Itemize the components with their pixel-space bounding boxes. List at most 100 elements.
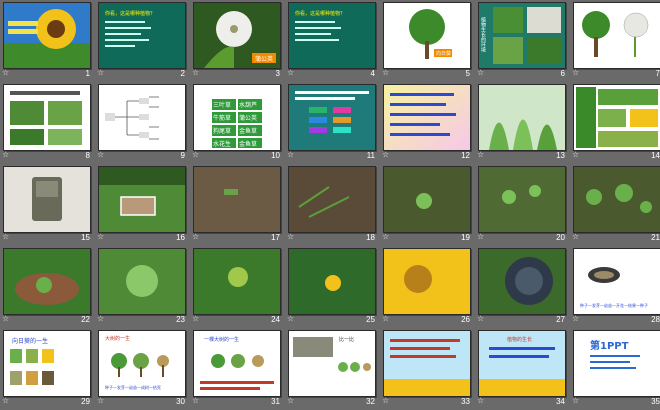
brand-logo: 第1PPT xyxy=(590,339,629,352)
slide-thumbnail[interactable]: ☆ 12 xyxy=(380,82,474,164)
slide-thumbnail[interactable]: 植物生长的环境 ☆ 6 xyxy=(475,0,569,82)
slide-thumbnail[interactable]: ☆ 21 xyxy=(570,164,660,246)
plant-word: 牛筋草 xyxy=(213,114,231,122)
slide-transition-icon[interactable]: ☆ xyxy=(287,396,294,405)
slide-thumbnail[interactable]: ☆ 11 xyxy=(285,82,379,164)
slide-thumbnail[interactable]: ☆ 18 xyxy=(285,164,379,246)
slide-transition-icon[interactable]: ☆ xyxy=(287,150,294,159)
slide-thumbnail[interactable]: 种子—发芽—幼苗—开花—结果—种子 ☆ 28 xyxy=(570,246,660,328)
slide-number: 35 xyxy=(651,397,660,406)
slide-number: 18 xyxy=(366,233,375,242)
slide-transition-icon[interactable]: ☆ xyxy=(382,232,389,241)
slide-transition-icon[interactable]: ☆ xyxy=(97,150,104,159)
slide-thumbnail[interactable]: ☆ 1 xyxy=(0,0,94,82)
slide-transition-icon[interactable]: ☆ xyxy=(477,232,484,241)
slide-title: 向日葵的一生 xyxy=(12,337,48,345)
slide-transition-icon[interactable]: ☆ xyxy=(287,68,294,77)
slide-thumbnail[interactable]: 比一比 ☆ 32 xyxy=(285,328,379,410)
slide-thumbnail[interactable]: 植物的生长 ☆ 34 xyxy=(475,328,569,410)
slide-preview xyxy=(98,166,186,233)
slide-preview: 植物的生长 xyxy=(478,330,566,397)
slide-thumbnail[interactable]: ☆ 20 xyxy=(475,164,569,246)
slide-transition-icon[interactable]: ☆ xyxy=(2,232,9,241)
slide-transition-icon[interactable]: ☆ xyxy=(192,232,199,241)
slide-thumbnail[interactable]: 第1PPT ☆ 35 xyxy=(570,328,660,410)
slide-transition-icon[interactable]: ☆ xyxy=(382,68,389,77)
slide-transition-icon[interactable]: ☆ xyxy=(572,68,579,77)
slide-number: 17 xyxy=(271,233,280,242)
slide-thumbnail[interactable]: ☆ 23 xyxy=(95,246,189,328)
slide-thumbnail[interactable]: ☆ 27 xyxy=(475,246,569,328)
slide-transition-icon[interactable]: ☆ xyxy=(192,314,199,323)
slide-transition-icon[interactable]: ☆ xyxy=(382,396,389,405)
slide-thumbnail[interactable]: 一棵大树的一生 ☆ 31 xyxy=(190,328,284,410)
slide-thumbnail[interactable]: 你看，这是哪种植物？ ☆ 4 xyxy=(285,0,379,82)
slide-preview: 第1PPT xyxy=(573,330,660,397)
plant-word: 金鱼草 xyxy=(239,127,257,135)
slide-caption: 种子—发芽—幼苗—成树—枯死 xyxy=(105,384,161,390)
slide-transition-icon[interactable]: ☆ xyxy=(287,232,294,241)
slide-thumbnail[interactable]: 大树的一生 种子—发芽—幼苗—成树—枯死 ☆ 30 xyxy=(95,328,189,410)
plant-word: 水花生 xyxy=(213,140,231,148)
slide-transition-icon[interactable]: ☆ xyxy=(477,68,484,77)
slide-number: 30 xyxy=(176,397,185,406)
slide-thumbnail[interactable]: ☆ 25 xyxy=(285,246,379,328)
slide-number: 34 xyxy=(556,397,565,406)
slide-thumbnail[interactable]: ☆ 8 xyxy=(0,82,94,164)
slide-transition-icon[interactable]: ☆ xyxy=(287,314,294,323)
slide-transition-icon[interactable]: ☆ xyxy=(382,314,389,323)
slide-thumbnail[interactable]: ☆ 13 xyxy=(475,82,569,164)
slide-preview xyxy=(3,84,91,151)
slide-thumbnail[interactable]: ☆ 24 xyxy=(190,246,284,328)
slide-thumbnail[interactable]: ☆ 33 xyxy=(380,328,474,410)
slide-transition-icon[interactable]: ☆ xyxy=(572,314,579,323)
slide-transition-icon[interactable]: ☆ xyxy=(572,150,579,159)
slide-number: 27 xyxy=(556,315,565,324)
slide-transition-icon[interactable]: ☆ xyxy=(477,150,484,159)
slide-number: 20 xyxy=(556,233,565,242)
slide-transition-icon[interactable]: ☆ xyxy=(382,150,389,159)
slide-transition-icon[interactable]: ☆ xyxy=(477,314,484,323)
slide-number: 5 xyxy=(465,69,470,78)
slide-transition-icon[interactable]: ☆ xyxy=(477,396,484,405)
slide-transition-icon[interactable]: ☆ xyxy=(192,68,199,77)
slide-thumbnail[interactable]: ☆ 26 xyxy=(380,246,474,328)
slide-transition-icon[interactable]: ☆ xyxy=(2,314,9,323)
slide-caption: 种子—发芽—幼苗—开花—结果—种子 xyxy=(580,302,648,308)
slide-transition-icon[interactable]: ☆ xyxy=(2,396,9,405)
slide-number: 2 xyxy=(180,69,185,78)
slide-thumbnail[interactable]: ☆ 17 xyxy=(190,164,284,246)
slide-transition-icon[interactable]: ☆ xyxy=(2,150,9,159)
slide-preview: 蒲公英 xyxy=(193,2,281,69)
slide-transition-icon[interactable]: ☆ xyxy=(2,68,9,77)
slide-thumbnail[interactable]: ☆ 19 xyxy=(380,164,474,246)
slide-preview xyxy=(98,248,186,315)
slide-thumbnail[interactable]: ☆ 9 xyxy=(95,82,189,164)
slide-number: 3 xyxy=(275,69,280,78)
slide-thumbnail[interactable]: 蒲公英 ☆ 3 xyxy=(190,0,284,82)
slide-transition-icon[interactable]: ☆ xyxy=(192,396,199,405)
slide-number: 9 xyxy=(180,151,185,160)
slide-transition-icon[interactable]: ☆ xyxy=(97,68,104,77)
slide-thumbnail[interactable]: 你看，这是哪种植物？ ☆ 2 xyxy=(95,0,189,82)
slide-preview xyxy=(288,166,376,233)
slide-thumbnail[interactable]: 向日葵的一生 ☆ 29 xyxy=(0,328,94,410)
slide-thumbnail[interactable]: ☆ 16 xyxy=(95,164,189,246)
slide-transition-icon[interactable]: ☆ xyxy=(97,314,104,323)
slide-thumbnail[interactable]: ☆ 7 xyxy=(570,0,660,82)
slide-transition-icon[interactable]: ☆ xyxy=(572,232,579,241)
slide-transition-icon[interactable]: ☆ xyxy=(572,396,579,405)
slide-preview xyxy=(3,2,91,69)
slide-transition-icon[interactable]: ☆ xyxy=(97,232,104,241)
plant-word: 狗尾草 xyxy=(213,127,231,135)
slide-thumbnail[interactable]: 三叶草 水葫芦 牛筋草 蒲公英 狗尾草 金鱼草 水花生 金鱼草 ☆ 10 xyxy=(190,82,284,164)
slide-thumbnail[interactable]: ☆ 15 xyxy=(0,164,94,246)
slide-transition-icon[interactable]: ☆ xyxy=(97,396,104,405)
slide-preview: 种子—发芽—幼苗—开花—结果—种子 xyxy=(573,248,660,315)
slide-transition-icon[interactable]: ☆ xyxy=(192,150,199,159)
slide-thumbnail[interactable]: ☆ 22 xyxy=(0,246,94,328)
slide-title: 你看，这是哪种植物？ xyxy=(295,10,345,17)
slide-thumbnail[interactable]: ☆ 14 xyxy=(570,82,660,164)
slide-thumbnail[interactable]: 向日葵 ☆ 5 xyxy=(380,0,474,82)
slide-number: 15 xyxy=(81,233,90,242)
